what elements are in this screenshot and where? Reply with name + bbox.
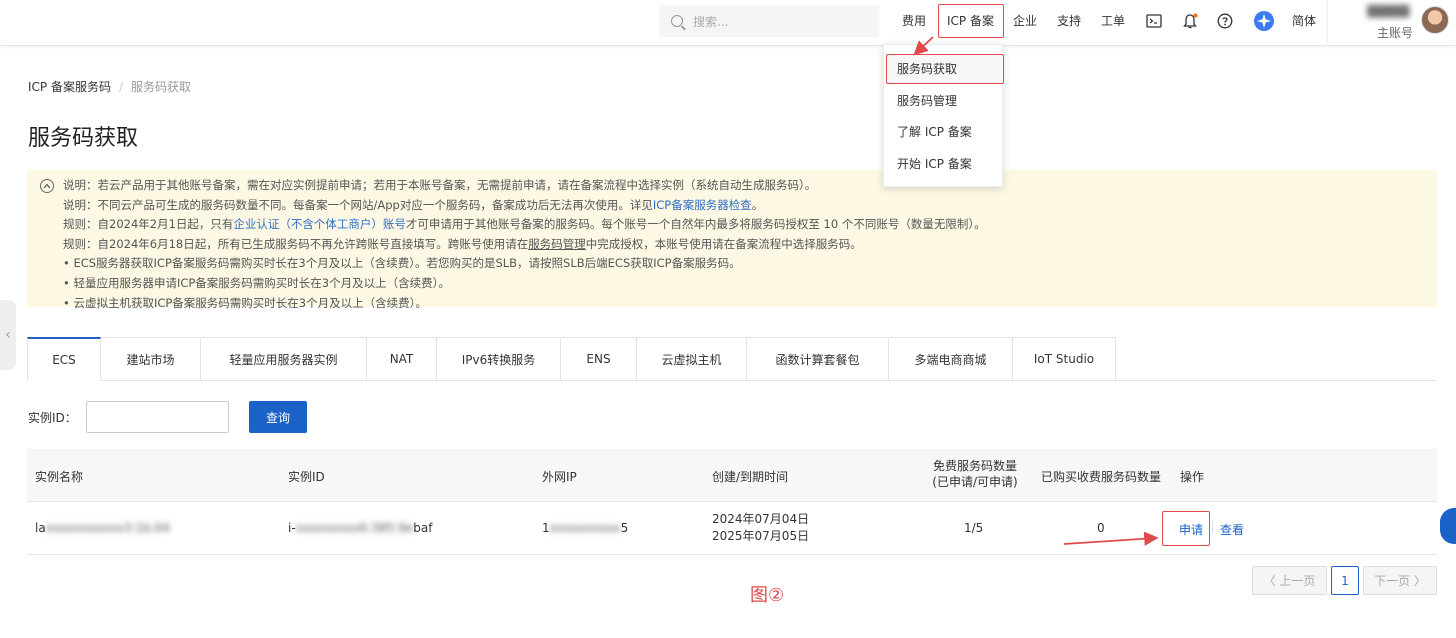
enterprise-cert-link[interactable]: 企业认证（不含个体工商户）账号 — [233, 217, 406, 231]
cell-free-codes: 1/5 — [964, 521, 984, 535]
account-type: 主账号 — [1377, 26, 1414, 40]
nav-language[interactable]: 简体 — [1292, 12, 1316, 29]
icp-server-check-link[interactable]: ICP备案服务器检查 — [653, 198, 752, 212]
prev-page-button[interactable]: 〈 上一页 — [1252, 566, 1327, 595]
tab-virtual-host[interactable]: 云虚拟主机 — [637, 337, 747, 381]
help-icon[interactable] — [1216, 12, 1234, 30]
notice-line: • ECS服务器获取ICP备案服务码需购买时长在3个月及以上（含续费）。若您购买… — [63, 256, 741, 271]
menu-item-learn-icp[interactable]: 了解 ICP 备案 — [897, 123, 972, 140]
nav-enterprise[interactable]: 企业 — [1013, 12, 1037, 29]
account-id-blurred: ▓▓▓▓▓ — [1367, 5, 1410, 18]
tab-site-market[interactable]: 建站市场 — [101, 337, 201, 381]
bell-icon[interactable] — [1181, 12, 1199, 30]
icp-dropdown-menu: 服务码获取 服务码管理 了解 ICP 备案 开始 ICP 备案 — [883, 44, 1004, 187]
tab-ens[interactable]: ENS — [561, 337, 637, 381]
nav-ticket[interactable]: 工单 — [1101, 12, 1125, 29]
col-public-ip: 外网IP — [542, 470, 577, 484]
page-1-button[interactable]: 1 — [1331, 566, 1359, 595]
notice-line: 说明：若云产品用于其他账号备案，需在对应实例提前申请；若用于本账号备案，无需提前… — [63, 178, 817, 192]
notice-line: 规则：自2024年6月18日起，所有已生成服务码不再允许跨账号直接填写。跨账号使… — [63, 236, 862, 251]
terminal-icon[interactable] — [1145, 12, 1163, 30]
cell-time: 2024年07月04日 2025年07月05日 — [712, 512, 810, 543]
cell-instance-id: i-xxxxxxxxx6:385:9ebaf — [288, 521, 433, 535]
col-paid-codes: 已购买收费服务码数量 — [1041, 470, 1162, 484]
tab-ipv6[interactable]: IPv6转换服务 — [437, 337, 561, 381]
breadcrumb-current: 服务码获取 — [131, 80, 192, 94]
notice-line: 说明：不同云产品可生成的服务码数量不同。每备案一个网站/App对应一个服务码，备… — [63, 197, 764, 212]
instance-id-input[interactable] — [86, 401, 229, 433]
cell-public-ip: 1xxxxxxxxxx5 — [542, 521, 629, 535]
figure-caption: 图② — [750, 585, 785, 606]
search-input[interactable]: 搜索... — [659, 5, 879, 37]
service-code-manage-link[interactable]: 服务码管理 — [528, 237, 586, 251]
apply-highlight-box — [1162, 511, 1210, 546]
tab-function-compute[interactable]: 函数计算套餐包 — [747, 337, 889, 381]
menu-item-manage-service-code[interactable]: 服务码管理 — [897, 92, 957, 109]
tab-ecommerce[interactable]: 多端电商商城 — [889, 337, 1013, 381]
tab-iot-studio[interactable]: IoT Studio — [1013, 337, 1116, 381]
menu-item-start-icp[interactable]: 开始 ICP 备案 — [897, 155, 972, 172]
avatar[interactable] — [1421, 6, 1449, 34]
search-icon — [671, 15, 683, 27]
ai-assistant-icon[interactable] — [1253, 10, 1275, 32]
breadcrumb-parent[interactable]: ICP 备案服务码 — [28, 80, 111, 94]
nav-fees[interactable]: 费用 — [902, 12, 926, 29]
col-instance-name: 实例名称 — [35, 470, 84, 484]
nav-support[interactable]: 支持 — [1057, 12, 1081, 29]
tab-ecs[interactable]: ECS — [27, 337, 101, 381]
query-button[interactable]: 查询 — [249, 401, 307, 433]
notice-line: 规则：自2024年2月1日起，只有企业认证（不含个体工商户）账号才可申请用于其他… — [63, 217, 986, 232]
col-operations: 操作 — [1180, 470, 1205, 484]
tab-lightweight-server[interactable]: 轻量应用服务器实例 — [201, 337, 367, 381]
notice-line: • 云虚拟主机获取ICP备案服务码需购买时长在3个月及以上（含续费）。 — [63, 295, 427, 310]
chevron-left-icon: ‹ — [5, 327, 11, 343]
operation-divider — [1212, 521, 1213, 533]
icp-highlight-box — [938, 4, 1004, 38]
view-button[interactable]: 查看 — [1220, 521, 1244, 538]
divider — [1327, 0, 1328, 46]
cell-instance-name: laxxxxxxxxxxx3:1b:04 — [35, 521, 171, 535]
notice-line: • 轻量应用服务器申请ICP备案服务码需购买时长在3个月及以上（含续费）。 — [63, 275, 450, 290]
col-free-codes: 免费服务码数量 (已申请/可申请) — [932, 459, 1018, 489]
collapse-icon[interactable] — [40, 179, 54, 193]
col-instance-id: 实例ID — [288, 470, 325, 484]
table-row: laxxxxxxxxxxx3:1b:04 i-xxxxxxxxx6:385:9e… — [27, 502, 1437, 555]
notice-panel: 说明：若云产品用于其他账号备案，需在对应实例提前申请；若用于本账号备案，无需提前… — [27, 170, 1437, 310]
next-page-button[interactable]: 下一页 〉 — [1363, 566, 1437, 595]
tab-nat[interactable]: NAT — [367, 337, 437, 381]
sidebar-toggle-handle[interactable]: ‹ — [0, 300, 16, 370]
instance-id-label: 实例ID： — [28, 411, 77, 425]
floating-help-button[interactable] — [1440, 508, 1456, 544]
breadcrumb-separator: / — [118, 80, 124, 94]
menu-item-get-service-code[interactable]: 服务码获取 — [897, 60, 957, 77]
breadcrumb: ICP 备案服务码 / 服务码获取 — [28, 78, 191, 95]
page-title: 服务码获取 — [28, 126, 139, 151]
table-header: 实例名称 实例ID 外网IP 创建/到期时间 免费服务码数量 (已申请/可申请)… — [27, 449, 1437, 502]
product-tabs: ECS 建站市场 轻量应用服务器实例 NAT IPv6转换服务 ENS 云虚拟主… — [27, 337, 1116, 381]
top-bar: 搜索... 费用 ICP 备案 企业 支持 工单 简体 ▓▓▓▓▓ 主账号 — [0, 0, 1456, 46]
cell-paid-codes: 0 — [1097, 521, 1105, 535]
col-time: 创建/到期时间 — [712, 470, 789, 484]
search-placeholder: 搜索... — [693, 14, 729, 29]
